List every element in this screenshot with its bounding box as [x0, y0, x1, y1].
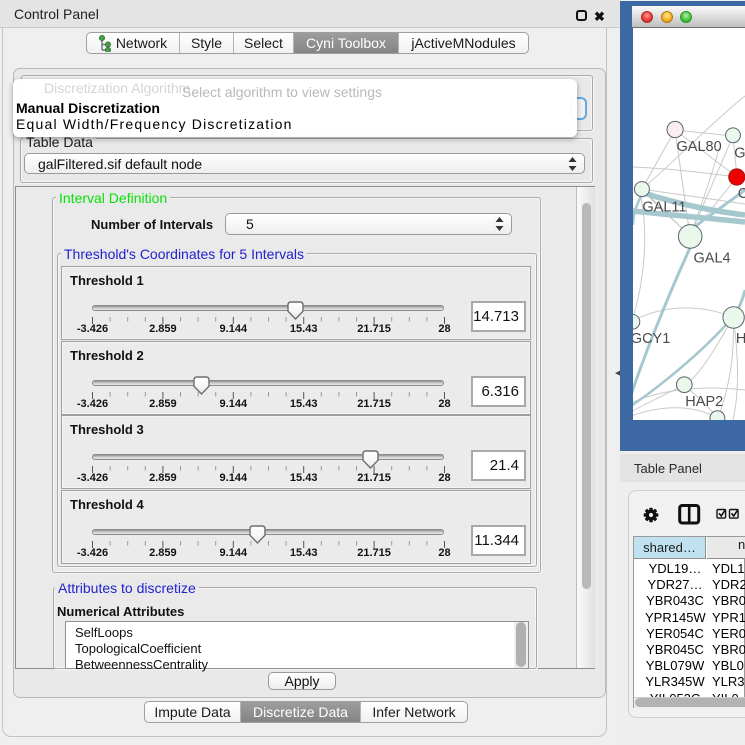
svg-text:GAL11: GAL11: [642, 199, 686, 215]
svg-text:G.: G.: [734, 146, 745, 162]
svg-text:GAL4: GAL4: [694, 250, 731, 266]
svg-text:GCY1: GCY1: [633, 331, 670, 347]
svg-text:GAL80: GAL80: [677, 139, 722, 155]
svg-text:C: C: [738, 186, 745, 202]
svg-text:H: H: [736, 331, 745, 347]
svg-text:HAP2: HAP2: [685, 394, 723, 410]
